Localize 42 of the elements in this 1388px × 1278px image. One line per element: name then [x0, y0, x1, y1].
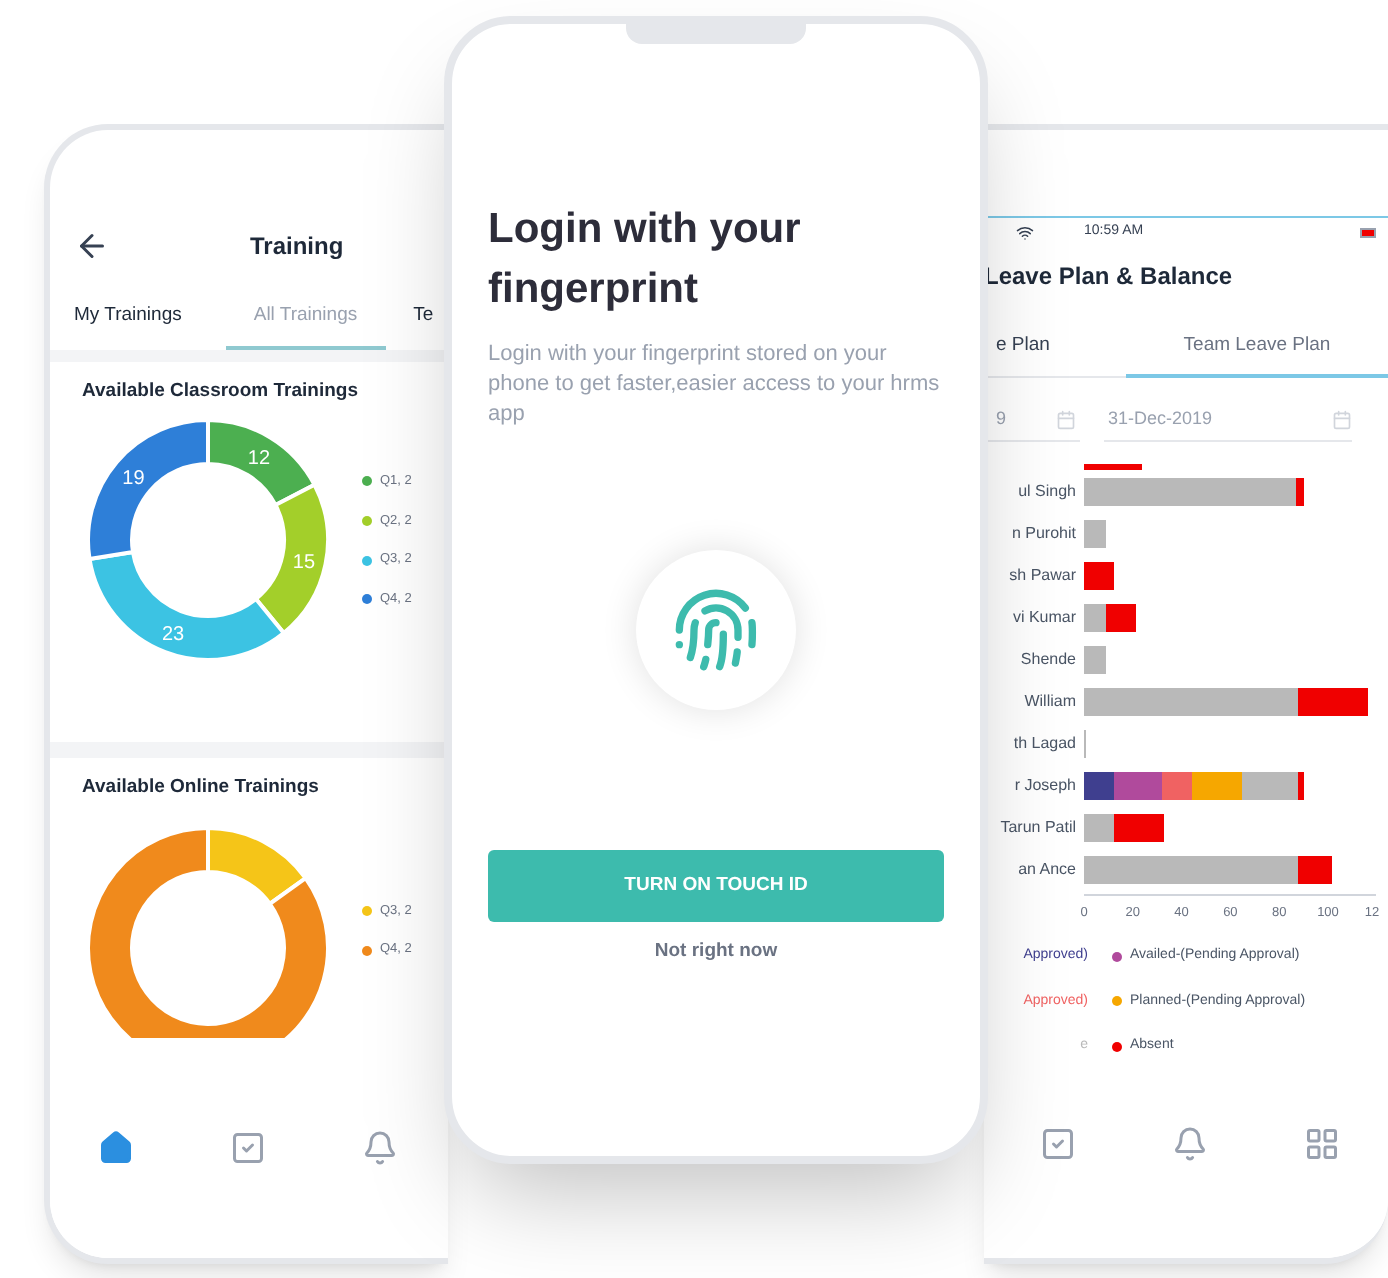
slice-label: 23: [161, 624, 185, 647]
checkbox-icon[interactable]: [230, 1130, 266, 1166]
employee-name: vi Kumar: [1010, 605, 1076, 629]
bar-segment: [1084, 603, 1106, 631]
slice-label: 19: [122, 468, 145, 491]
tab[interactable]: Team Leave Plan: [1126, 318, 1388, 378]
wifi-icon: [1016, 223, 1034, 241]
back-icon[interactable]: [74, 228, 110, 264]
bell-icon[interactable]: [1172, 1126, 1208, 1162]
employee-name: Shende: [1018, 647, 1076, 671]
employee-name: William: [1022, 689, 1076, 713]
tab[interactable]: My Trainings: [50, 289, 226, 350]
employee-name: n Purohit: [1009, 521, 1076, 545]
employee-name: an Ance: [1016, 857, 1076, 881]
bar-segment: [1084, 464, 1143, 470]
date-field[interactable]: 31-Dec-2019: [1104, 398, 1352, 442]
slice-label: 12: [247, 448, 271, 471]
bar-segment: [1105, 603, 1136, 631]
screen-title: Login with your fingerprint: [488, 204, 803, 316]
bar-segment: [1084, 645, 1106, 673]
calendar-icon: [1332, 409, 1352, 429]
tab[interactable]: Te: [385, 289, 448, 350]
bar-segment: [1084, 561, 1114, 589]
employee-name: r Joseph: [1012, 773, 1076, 797]
home-icon[interactable]: [98, 1130, 134, 1166]
bell-icon[interactable]: [362, 1130, 398, 1166]
checkbox-icon[interactable]: [1040, 1126, 1076, 1162]
card-title: Available Classroom Trainings: [82, 378, 360, 406]
calendar-icon: [1056, 409, 1076, 429]
employee-name: Tarun Patil: [998, 815, 1076, 839]
fingerprint-icon: [672, 586, 760, 674]
card-title: Available Online Trainings: [82, 774, 321, 802]
employee-name: ul Singh: [1016, 479, 1076, 503]
grid-icon[interactable]: [1304, 1126, 1340, 1162]
employee-name: sh Pawar: [1007, 563, 1076, 587]
not-now-link[interactable]: Not right now: [654, 938, 778, 967]
employee-name: th Lagad: [1011, 731, 1076, 755]
battery-icon: [1360, 227, 1376, 237]
description-text: Login with your fingerprint stored on your phone to get faster,easier access to your hrms app: [488, 340, 942, 430]
slice-label: 15: [292, 552, 316, 575]
screen-title: Training: [250, 230, 344, 264]
bar-segment: [1084, 519, 1106, 547]
